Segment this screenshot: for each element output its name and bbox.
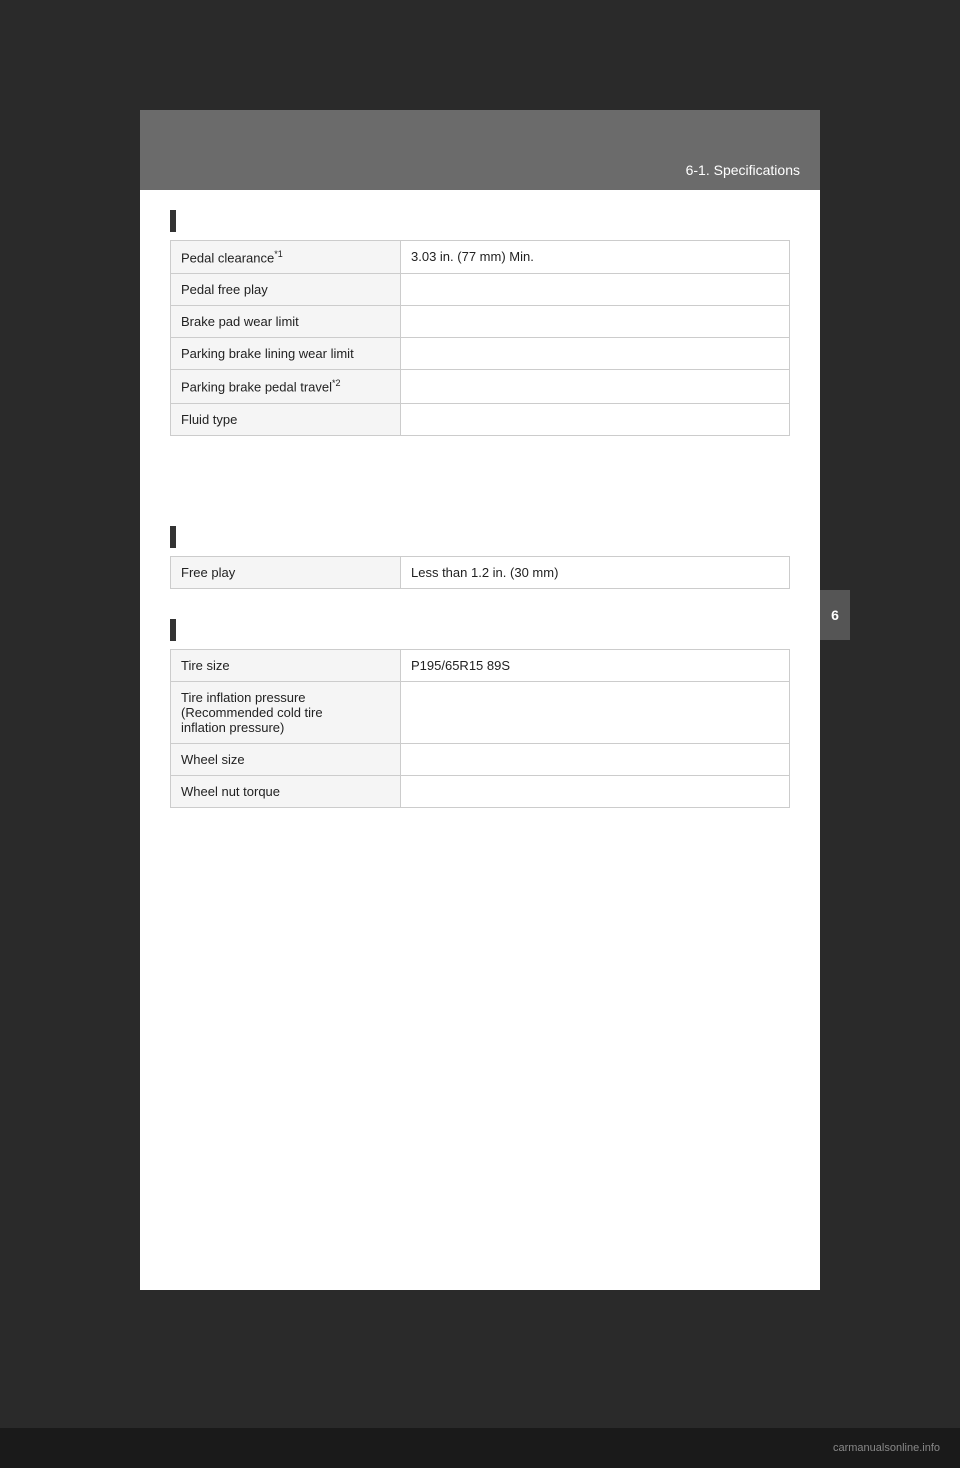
brakes-pad-wear-label: Brake pad wear limit	[171, 306, 401, 338]
tab-6-indicator: 6	[820, 590, 850, 640]
tires-size-label: Tire size	[171, 649, 401, 681]
clutch-section-indicator	[170, 526, 176, 548]
brakes-parking-lining-value	[401, 338, 790, 370]
brakes-parking-lining-label: Parking brake lining wear limit	[171, 338, 401, 370]
clutch-free-play-value: Less than 1.2 in. (30 mm)	[401, 556, 790, 588]
tires-section-header	[170, 619, 790, 641]
footer-watermark: carmanualsonline.info	[833, 1442, 940, 1454]
brakes-fluid-type-label: Fluid type	[171, 403, 401, 435]
header-title: 6-1. Specifications	[686, 162, 800, 178]
brakes-section-header	[170, 210, 790, 232]
table-row: Tire size P195/65R15 89S	[171, 649, 790, 681]
clutch-section: Free play Less than 1.2 in. (30 mm)	[170, 526, 790, 589]
table-row: Wheel size	[171, 743, 790, 775]
table-row: Pedal free play	[171, 274, 790, 306]
tires-nut-torque-label: Wheel nut torque	[171, 775, 401, 807]
tires-inflation-label: Tire inflation pressure(Recommended cold…	[171, 681, 401, 743]
table-row: Free play Less than 1.2 in. (30 mm)	[171, 556, 790, 588]
tires-section: Tire size P195/65R15 89S Tire inflation …	[170, 619, 790, 808]
tab-number: 6	[831, 607, 839, 623]
table-row: Parking brake lining wear limit	[171, 338, 790, 370]
brakes-pedal-free-play-label: Pedal free play	[171, 274, 401, 306]
clutch-section-header	[170, 526, 790, 548]
tires-wheel-size-value	[401, 743, 790, 775]
tires-table: Tire size P195/65R15 89S Tire inflation …	[170, 649, 790, 808]
tires-inflation-value	[401, 681, 790, 743]
tires-size-value: P195/65R15 89S	[401, 649, 790, 681]
header-bar: 6-1. Specifications	[140, 110, 820, 190]
brakes-pedal-free-play-value	[401, 274, 790, 306]
page-container: 6-1. Specifications Pedal clearance*1 3.…	[0, 110, 960, 1468]
brakes-section: Pedal clearance*1 3.03 in. (77 mm) Min. …	[170, 210, 790, 436]
brakes-parking-pedal-value	[401, 370, 790, 403]
clutch-free-play-label: Free play	[171, 556, 401, 588]
tires-wheel-size-label: Wheel size	[171, 743, 401, 775]
table-row: Brake pad wear limit	[171, 306, 790, 338]
brakes-fluid-type-value	[401, 403, 790, 435]
brakes-pad-wear-value	[401, 306, 790, 338]
spacer-1	[170, 466, 790, 526]
table-row: Wheel nut torque	[171, 775, 790, 807]
bottom-bar: carmanualsonline.info	[0, 1428, 960, 1468]
brakes-parking-pedal-label: Parking brake pedal travel*2	[171, 370, 401, 403]
table-row: Parking brake pedal travel*2	[171, 370, 790, 403]
brakes-table: Pedal clearance*1 3.03 in. (77 mm) Min. …	[170, 240, 790, 436]
brakes-section-indicator	[170, 210, 176, 232]
clutch-table: Free play Less than 1.2 in. (30 mm)	[170, 556, 790, 589]
tires-section-indicator	[170, 619, 176, 641]
brakes-pedal-clearance-label: Pedal clearance*1	[171, 241, 401, 274]
table-row: Tire inflation pressure(Recommended cold…	[171, 681, 790, 743]
table-row: Pedal clearance*1 3.03 in. (77 mm) Min.	[171, 241, 790, 274]
tires-nut-torque-value	[401, 775, 790, 807]
table-row: Fluid type	[171, 403, 790, 435]
brakes-pedal-clearance-value: 3.03 in. (77 mm) Min.	[401, 241, 790, 274]
content-area: Pedal clearance*1 3.03 in. (77 mm) Min. …	[140, 190, 820, 1290]
